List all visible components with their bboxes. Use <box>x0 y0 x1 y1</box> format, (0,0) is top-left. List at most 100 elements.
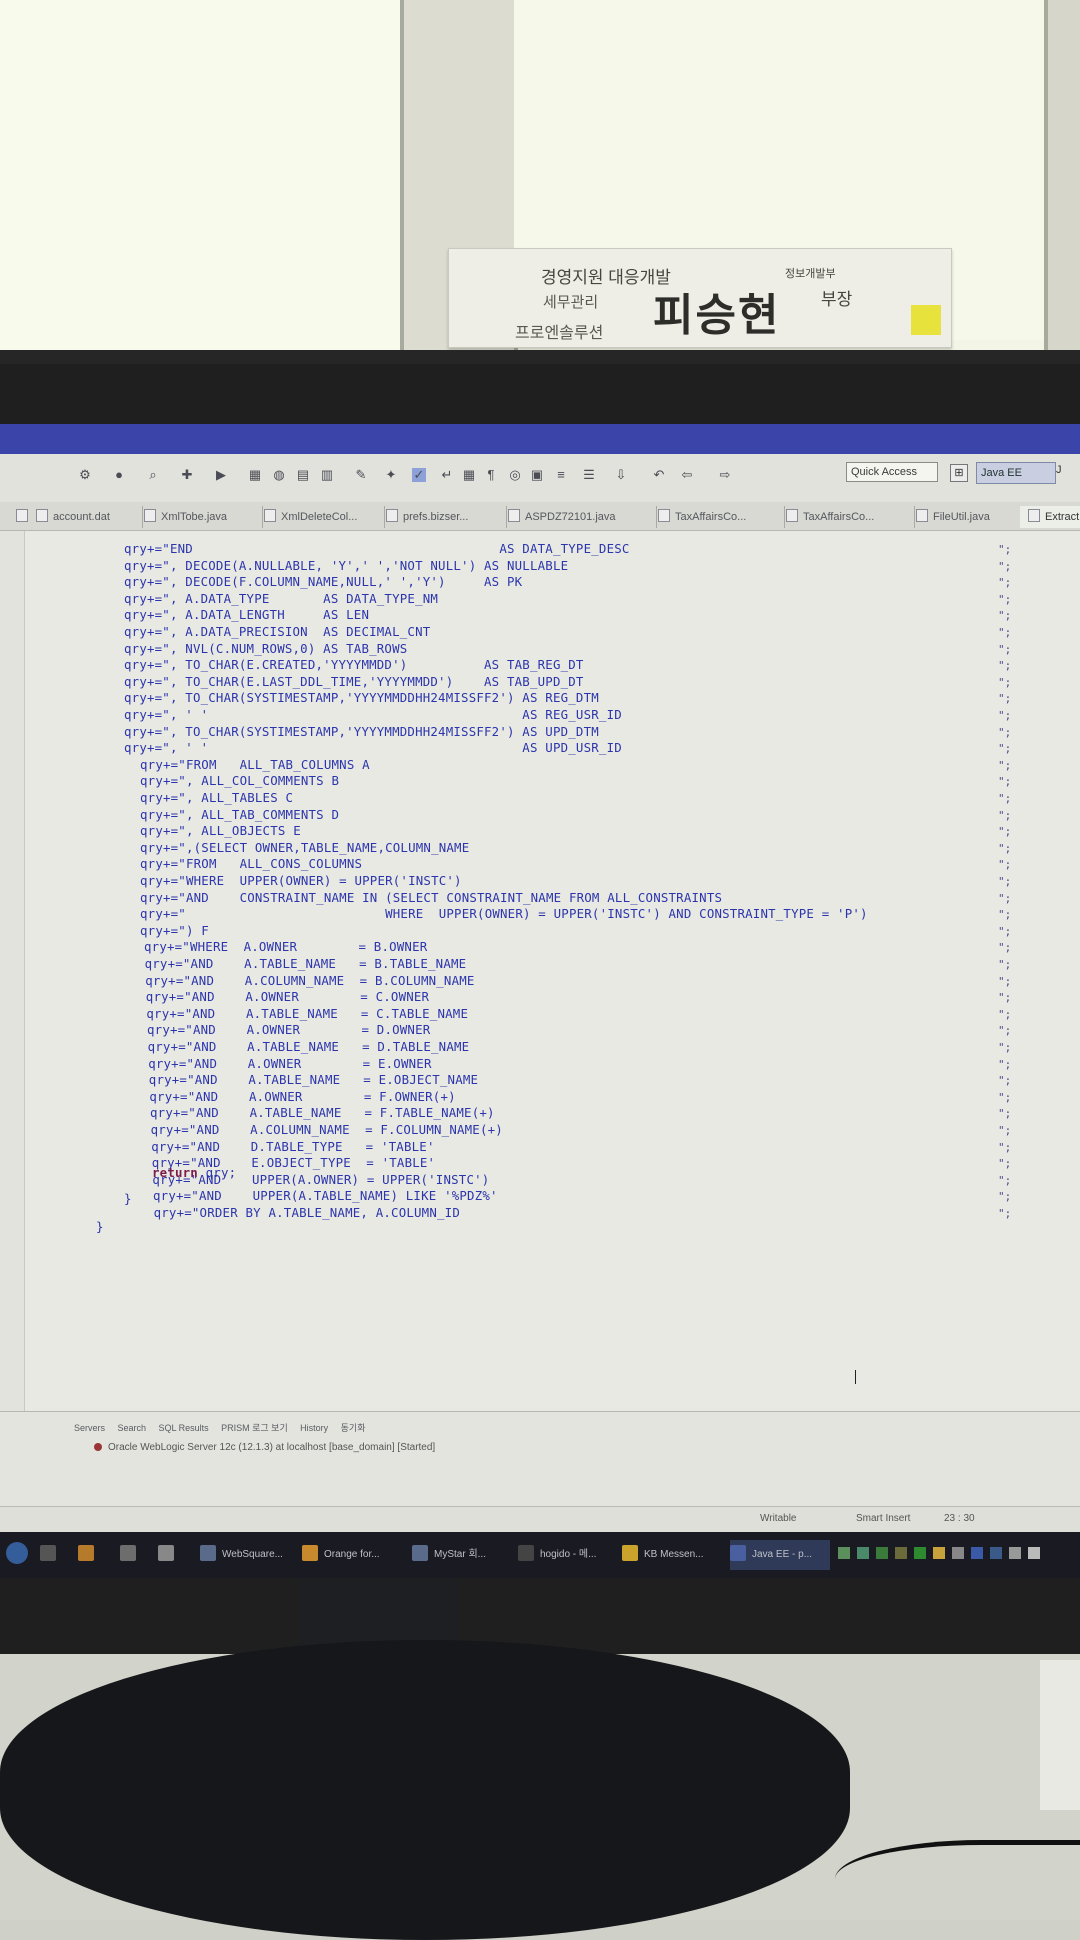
taskbar-websquare[interactable]: WebSquare... <box>200 1540 292 1570</box>
taskbar-java-ee[interactable]: Java EE - p... <box>730 1540 830 1570</box>
code-line: qry+=", A.DATA_PRECISION AS DECIMAL_CNT <box>124 624 431 639</box>
app-icon <box>730 1545 746 1561</box>
debug-icon[interactable]: ● <box>112 468 126 482</box>
tab-sql-results[interactable]: SQL Results <box>158 1423 208 1433</box>
tab-aspdz72101[interactable]: ASPDZ72101.java <box>500 506 657 528</box>
taskbar-pin-3[interactable] <box>120 1540 144 1570</box>
text-cursor <box>855 1370 856 1384</box>
tray-icon[interactable] <box>1009 1547 1021 1559</box>
tray-icon[interactable] <box>952 1547 964 1559</box>
next-annotation-icon[interactable]: ⇩ <box>614 468 628 482</box>
bottom-panel-tabs: Servers Search SQL Results PRISM 로그 보기 H… <box>74 1418 373 1436</box>
tray-icon[interactable] <box>895 1547 907 1559</box>
tab-history[interactable]: History <box>300 1423 328 1433</box>
line-marker: "; <box>998 924 1012 938</box>
tray-icon[interactable] <box>990 1547 1002 1559</box>
settings-icon[interactable]: ⚙ <box>78 468 92 482</box>
taskbar-label: KB Messen... <box>644 1549 704 1560</box>
tray-icon[interactable] <box>1028 1547 1040 1559</box>
tab-prism-log[interactable]: PRISM 로그 보기 <box>221 1421 288 1434</box>
annotation-icon[interactable]: ☰ <box>582 468 596 482</box>
line-marker: "; <box>998 1107 1012 1121</box>
perspective-extra[interactable]: J <box>1056 464 1078 480</box>
tab-search[interactable]: Search <box>117 1423 146 1433</box>
search-icon[interactable]: ⌕ <box>146 468 160 482</box>
tab-fileutil[interactable]: FileUtil.java <box>908 506 1027 528</box>
tab-extract-active[interactable]: Extract <box>1020 506 1080 528</box>
file-icon <box>386 509 398 522</box>
code-line: qry+=", TO_CHAR(E.CREATED,'YYYYMMDD') AS… <box>124 657 584 673</box>
taskbar-pin-1[interactable] <box>40 1540 64 1570</box>
taskbar-pin-2[interactable] <box>78 1540 102 1570</box>
tab-label: Extract <box>1045 511 1080 523</box>
image-icon[interactable]: ▣ <box>530 468 544 482</box>
java-file-icon <box>658 509 670 522</box>
code-editor[interactable]: qry+="END AS DATA_TYPE_DESC qry+=", DECOD… <box>0 531 1080 1411</box>
tab-taxaffairsco-2[interactable]: TaxAffairsCo... <box>778 506 915 528</box>
prev-edit-icon[interactable]: ↶ <box>652 468 666 482</box>
tray-icon[interactable] <box>857 1547 869 1559</box>
line-marker: "; <box>998 576 1012 590</box>
bulb-icon[interactable]: ✦ <box>384 468 398 482</box>
tab-xmltobe[interactable]: XmlTobe.java <box>136 506 263 528</box>
start-button-icon[interactable] <box>6 1542 28 1564</box>
app-icon <box>302 1545 318 1561</box>
tab-xmldeletecol[interactable]: XmlDeleteCol... <box>256 506 385 528</box>
run-icon[interactable]: ▶ <box>214 468 228 482</box>
paragraph-icon[interactable]: ¶ <box>484 468 498 482</box>
code-line: qry+=", TO_CHAR(E.LAST_DDL_TIME,'YYYYMMD… <box>124 673 584 689</box>
code-line: qry+="AND UPPER(A.TABLE_NAME) LIKE '%PDZ… <box>153 1188 498 1204</box>
tray-icon[interactable] <box>933 1547 945 1559</box>
tray-icon[interactable] <box>838 1547 850 1559</box>
tray-icon[interactable] <box>876 1547 888 1559</box>
tab-sync[interactable]: 동기화 <box>341 1421 366 1434</box>
quick-access-input[interactable]: Quick Access <box>846 462 938 482</box>
yellow-sticker <box>911 305 941 335</box>
taskbar-pin-4[interactable] <box>158 1540 182 1570</box>
forward-icon[interactable]: ⇨ <box>718 468 732 482</box>
taskbar-mystar[interactable]: MyStar 회... <box>412 1540 510 1570</box>
line-marker: "; <box>998 626 1012 639</box>
line-marker: "; <box>998 692 1012 706</box>
new-wizard-icon[interactable]: ✚ <box>180 468 194 482</box>
line-marker: "; <box>998 642 1012 656</box>
app-icon <box>40 1545 56 1561</box>
target-icon[interactable]: ◎ <box>508 468 522 482</box>
table-icon[interactable]: ▦ <box>462 468 476 482</box>
tab-servers[interactable]: Servers <box>74 1423 105 1433</box>
tray-icon[interactable] <box>971 1547 983 1559</box>
open-perspective-icon[interactable]: ⊞ <box>950 464 968 482</box>
file-icon <box>36 509 48 522</box>
folder-icon[interactable]: ▤ <box>296 468 310 482</box>
code-line: qry+=", TO_CHAR(SYSTIMESTAMP,'YYYYMMDDHH… <box>124 723 599 739</box>
package-icon[interactable]: ▦ <box>248 468 262 482</box>
tab-taxaffairsco-1[interactable]: TaxAffairsCo... <box>650 506 785 528</box>
tab-account-dat[interactable]: account.dat <box>28 506 143 528</box>
highlight-icon[interactable]: ✓ <box>412 468 426 482</box>
format-icon[interactable]: ≡ <box>554 468 568 482</box>
server-row[interactable]: Oracle WebLogic Server 12c (12.1.3) at l… <box>94 1442 435 1453</box>
tray-icon[interactable] <box>914 1547 926 1559</box>
line-marker: "; <box>998 742 1012 756</box>
server-row-label: Oracle WebLogic Server 12c (12.1.3) at l… <box>108 1442 436 1453</box>
taskbar-kb-messenger[interactable]: KB Messen... <box>622 1540 722 1570</box>
server-icon[interactable]: ▥ <box>320 468 334 482</box>
globe-icon[interactable]: ◍ <box>272 468 286 482</box>
code-line: qry+="WHERE A.OWNER = B.OWNER <box>144 939 428 955</box>
taskbar-orange[interactable]: Orange for... <box>302 1540 402 1570</box>
line-marker: "; <box>998 543 1012 556</box>
app-icon <box>78 1545 94 1561</box>
app-icon <box>120 1545 136 1561</box>
code-line: qry+="FROM ALL_TAB_COLUMNS A <box>140 756 370 772</box>
line-marker: "; <box>998 725 1012 739</box>
tab-overflow-icon[interactable] <box>8 506 30 528</box>
taskbar-hogido[interactable]: hogido - 메... <box>518 1540 614 1570</box>
tab-prefs-bizser[interactable]: prefs.bizser... <box>378 506 507 528</box>
wrap-icon[interactable]: ↵ <box>440 468 454 482</box>
file-icon <box>16 509 28 522</box>
pin-icon[interactable]: ✎ <box>354 468 368 482</box>
tab-label: TaxAffairsCo... <box>803 511 875 523</box>
java-file-icon <box>264 509 276 522</box>
perspective-java-ee[interactable]: Java EE <box>976 462 1056 484</box>
back-icon[interactable]: ⇦ <box>680 468 694 482</box>
